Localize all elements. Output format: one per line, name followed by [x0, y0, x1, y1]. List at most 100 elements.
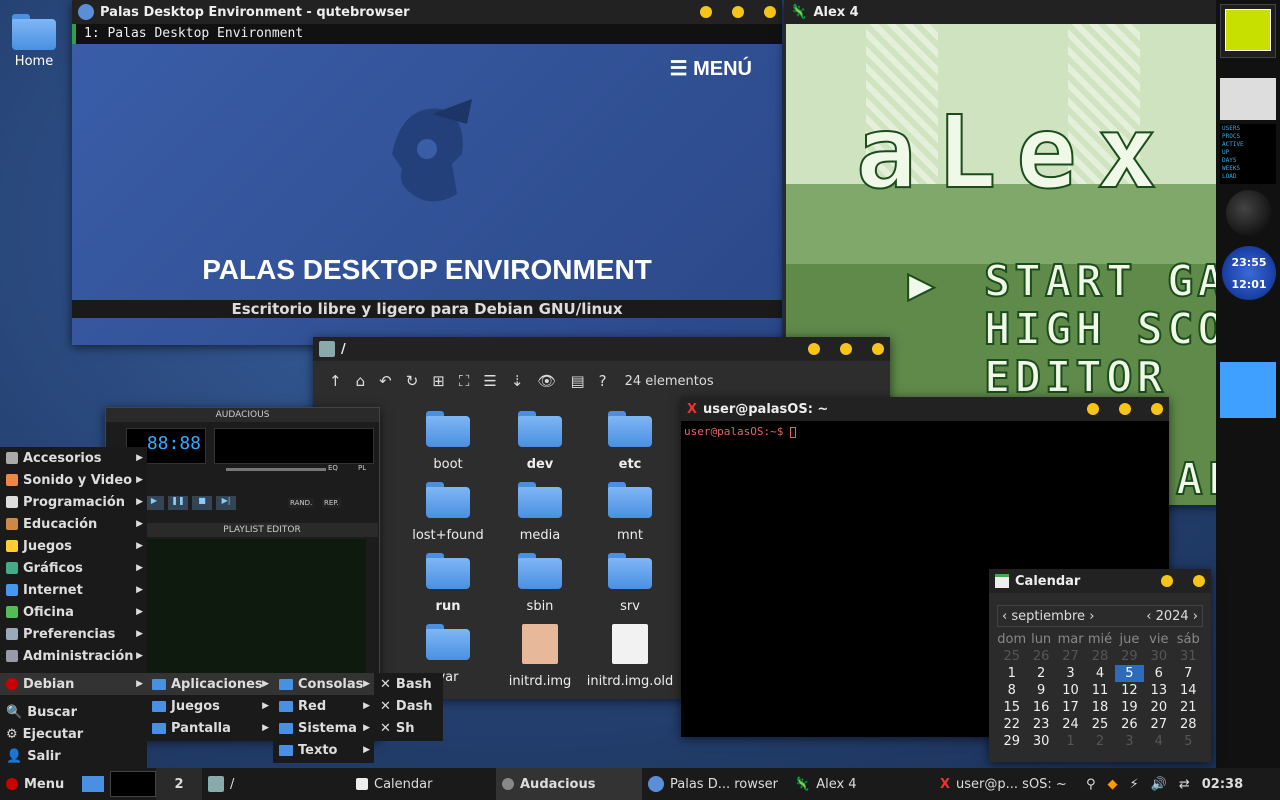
maximize-button[interactable] [732, 6, 744, 18]
volume-icon[interactable]: 🔊 [1151, 777, 1167, 792]
calendar-day[interactable]: 25 [997, 648, 1026, 665]
calendar-day[interactable]: 21 [1174, 699, 1203, 716]
next-month-icon[interactable]: › [1089, 609, 1094, 624]
task-alex4[interactable]: 🦎 Alex 4 [788, 768, 934, 800]
file-item[interactable]: run [403, 553, 493, 614]
menu-item-sonidoyvideo[interactable]: Sonido y Video ▶ [0, 469, 147, 491]
calendar-day[interactable]: 19 [1115, 699, 1144, 716]
menu-item-administracin[interactable]: Administración ▶ [0, 645, 147, 667]
workspace-pager[interactable] [1220, 4, 1276, 58]
network-icon[interactable]: ⇄ [1179, 777, 1190, 792]
submenu-item-texto[interactable]: Texto ▶ [273, 739, 374, 761]
submenu-item-juegos[interactable]: Juegos ▶ [146, 695, 273, 717]
calendar-day[interactable]: 3 [1115, 733, 1144, 750]
browser-window[interactable]: Palas Desktop Environment - qutebrowser … [72, 0, 782, 345]
calendar-day[interactable]: 10 [1056, 682, 1085, 699]
repeat-button[interactable]: REP. [322, 498, 341, 508]
file-item[interactable]: srv [585, 553, 675, 614]
submenu-item-consolas[interactable]: Consolas ▶ [273, 673, 374, 695]
power-icon[interactable]: ⚡ [1130, 777, 1139, 792]
submenu-item-aplicaciones[interactable]: Aplicaciones ▶ [146, 673, 273, 695]
calendar-day[interactable]: 1 [1056, 733, 1085, 750]
file-item[interactable]: boot [403, 411, 493, 472]
file-item[interactable]: initrd.img [495, 624, 585, 689]
menu-item-buscar[interactable]: 🔍 Buscar [0, 701, 147, 723]
calendar-day[interactable]: 5 [1174, 733, 1203, 750]
calendar-day[interactable]: 14 [1174, 682, 1203, 699]
clock[interactable]: 02:38 [1202, 777, 1243, 792]
menu-editor[interactable]: EDITOR [983, 351, 1167, 404]
menu-item-ejecutar[interactable]: ⚙ Ejecutar [0, 723, 147, 745]
submenu-item-sistema[interactable]: Sistema ▶ [273, 717, 374, 739]
workspace-number[interactable]: 2 [156, 768, 202, 800]
menu-button[interactable]: Menu [0, 768, 76, 800]
close-button[interactable] [764, 6, 776, 18]
calendar-day[interactable]: 5 [1114, 665, 1145, 682]
file-manager-titlebar[interactable]: / [313, 337, 890, 361]
calendar-day[interactable]: 22 [997, 716, 1026, 733]
detail-view-icon[interactable]: ▤ [570, 372, 584, 390]
minimize-button[interactable] [808, 343, 820, 355]
submenu-item-bash[interactable]: ✕ Bash [374, 673, 443, 695]
sort-icon[interactable]: ⇣ [511, 372, 524, 390]
calendar-day[interactable]: 15 [997, 699, 1026, 716]
calendar-window[interactable]: Calendar ‹ septiembre › ‹ 2024 › dom lun m… [989, 569, 1211, 762]
file-item[interactable]: lost+found [403, 482, 493, 543]
calendar-day[interactable]: 6 [1144, 665, 1173, 682]
pl-toggle[interactable]: PL [358, 464, 366, 472]
minimize-button[interactable] [1161, 575, 1173, 587]
menu-item-oficina[interactable]: Oficina ▶ [0, 601, 147, 623]
calendar-day[interactable]: 27 [1056, 648, 1085, 665]
maximize-button[interactable] [840, 343, 852, 355]
calendar-day[interactable]: 30 [1144, 648, 1173, 665]
submenu-item-pantalla[interactable]: Pantalla ▶ [146, 717, 273, 739]
reload-icon[interactable]: ↻ [406, 372, 419, 390]
task-calendar[interactable]: Calendar [350, 768, 496, 800]
terminal-body[interactable]: user@palasOS:~$ [681, 421, 1169, 442]
workspace-pager-mini[interactable] [110, 771, 156, 797]
menu-item-educacin[interactable]: Educación ▶ [0, 513, 147, 535]
task-audacious[interactable]: Audacious [496, 768, 642, 800]
calendar-titlebar[interactable]: Calendar [989, 569, 1211, 593]
help-icon[interactable]: ? [599, 372, 607, 390]
submenu-item-dash[interactable]: ✕ Dash [374, 695, 443, 717]
calendar-day[interactable]: 8 [997, 682, 1026, 699]
menu-high-score[interactable]: HIGH SCO [983, 303, 1228, 356]
calendar-day[interactable]: 2 [1085, 733, 1114, 750]
menu-item-programacin[interactable]: Programación ▶ [0, 491, 147, 513]
menu-link[interactable]: ☰ MENÚ [670, 56, 752, 81]
calendar-day[interactable]: 12 [1115, 682, 1144, 699]
calendar-day[interactable]: 24 [1056, 716, 1085, 733]
eq-toggle[interactable]: EQ [328, 464, 338, 472]
volume-slider[interactable] [226, 468, 326, 471]
calendar-day[interactable]: 20 [1144, 699, 1173, 716]
menu-start-game[interactable]: START GA [983, 255, 1228, 308]
close-button[interactable] [1151, 403, 1163, 415]
prev-year-icon[interactable]: ‹ [1146, 609, 1151, 624]
file-item[interactable]: mnt [585, 482, 675, 543]
close-button[interactable] [1193, 575, 1205, 587]
calculator-dockapp-icon[interactable] [1220, 78, 1276, 120]
maximize-button[interactable] [1119, 403, 1131, 415]
file-item[interactable]: media [495, 482, 585, 543]
file-item[interactable]: sbin [495, 553, 585, 614]
file-item[interactable]: etc [585, 411, 675, 472]
calendar-day[interactable]: 16 [1026, 699, 1055, 716]
calendar-day[interactable]: 13 [1144, 682, 1173, 699]
usb-icon[interactable]: ⚲ [1086, 777, 1096, 792]
minimize-button[interactable] [1087, 403, 1099, 415]
show-desktop-button[interactable] [76, 768, 110, 800]
calendar-day[interactable]: 9 [1026, 682, 1055, 699]
next-icon[interactable]: ▶| [216, 496, 236, 510]
calendar-day[interactable]: 28 [1085, 648, 1114, 665]
calendar-day[interactable]: 4 [1085, 665, 1114, 682]
fish-icon[interactable]: ◆ [1108, 777, 1118, 792]
calendar-day[interactable]: 30 [1026, 733, 1055, 750]
calendar-day[interactable]: 29 [1115, 648, 1144, 665]
file-item[interactable]: dev [495, 411, 585, 472]
menu-item-juegos[interactable]: Juegos ▶ [0, 535, 147, 557]
calendar-day[interactable]: 28 [1174, 716, 1203, 733]
submenu-item-sh[interactable]: ✕ Sh [374, 717, 443, 739]
menu-item-debian[interactable]: Debian ▶ [0, 673, 147, 695]
home-icon[interactable]: ⌂ [356, 372, 366, 390]
